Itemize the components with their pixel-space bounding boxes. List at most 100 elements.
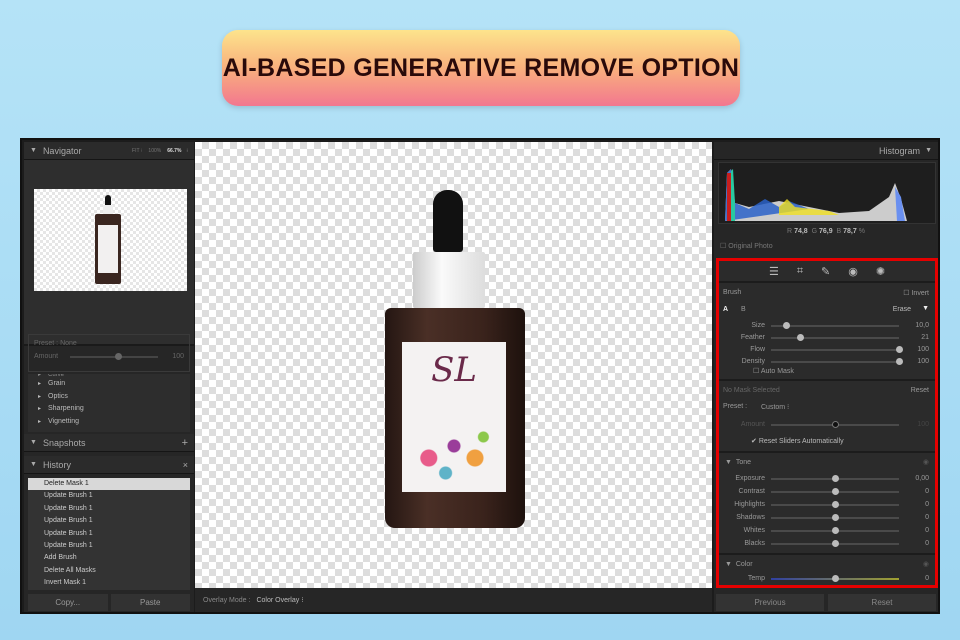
blacks-value: 0: [925, 540, 929, 547]
collapse-icon: ▼: [30, 147, 37, 154]
histogram-chart: [718, 162, 936, 224]
density-slider[interactable]: [771, 357, 903, 365]
zoom-fit[interactable]: FIT ⁝: [132, 148, 142, 154]
exposure-row: Exposure 0,00: [725, 474, 929, 482]
exposure-label: Exposure: [735, 475, 765, 482]
reset-button[interactable]: Reset: [828, 594, 936, 611]
mask-preset-label: Preset :: [723, 403, 748, 410]
size-label: Size: [751, 322, 765, 329]
original-photo-toggle[interactable]: ☐ Original Photo: [720, 242, 773, 250]
healing-icon[interactable]: ✎: [821, 265, 830, 278]
image-canvas[interactable]: SL: [195, 142, 712, 588]
navigator-preview[interactable]: [24, 160, 194, 346]
masking-panel-highlight: ☰ ⌗ ✎ ◉ ✺ Brush ☐ Invert A B Erase ▼ Siz…: [716, 258, 938, 588]
zoom-current[interactable]: 66.7%: [167, 148, 181, 154]
brush-title: Brush: [723, 289, 742, 296]
g-label: G: [811, 228, 818, 235]
history-item[interactable]: Delete All Masks: [28, 565, 190, 577]
whites-slider[interactable]: [771, 526, 899, 534]
mask-preset-select[interactable]: Custom ⁝: [761, 403, 789, 411]
color-title: Color: [735, 561, 753, 568]
shadows-value: 0: [925, 514, 929, 521]
size-value: 10,0: [915, 322, 929, 329]
auto-mask-checkbox[interactable]: ☐ Auto Mask: [753, 367, 794, 375]
brush-menu-icon[interactable]: ▼: [922, 305, 929, 312]
history-item[interactable]: Update Brush 1: [28, 528, 190, 540]
history-item[interactable]: Update Brush 1: [28, 503, 190, 515]
histogram-header[interactable]: Histogram ▼: [714, 142, 938, 160]
detail-optics[interactable]: Optics: [28, 393, 190, 406]
exposure-slider[interactable]: [771, 474, 899, 482]
red-eye-icon[interactable]: ◉: [848, 265, 858, 278]
crop-icon[interactable]: ⌗: [797, 265, 803, 278]
amount-slider[interactable]: [70, 352, 158, 360]
b-label: B: [836, 228, 842, 235]
amount-label: Amount: [34, 353, 59, 360]
tone-header[interactable]: ▼ Tone: [725, 459, 751, 466]
brush-b-tab[interactable]: B: [741, 306, 746, 313]
brush-a-tab[interactable]: A: [723, 306, 728, 313]
history-item[interactable]: Update Brush 1: [28, 490, 190, 502]
zoom-menu[interactable]: ⁝: [186, 148, 188, 154]
mask-amount-label: Amount: [740, 421, 765, 428]
temp-value: 0: [925, 575, 929, 582]
history-header[interactable]: ▼ History ×: [24, 456, 194, 474]
contrast-label: Contrast: [738, 488, 765, 495]
mask-reset-button[interactable]: Reset: [911, 387, 929, 394]
blacks-slider[interactable]: [771, 539, 899, 547]
contrast-slider[interactable]: [771, 487, 899, 495]
history-item[interactable]: Invert Mask 1: [28, 577, 190, 589]
size-slider[interactable]: [771, 321, 899, 329]
overlay-mode-select[interactable]: Color Overlay ⁝: [256, 596, 303, 604]
clear-history-button[interactable]: ×: [183, 460, 188, 470]
blacks-row: Blacks 0: [725, 539, 929, 547]
blacks-label: Blacks: [744, 540, 765, 547]
highlights-slider[interactable]: [771, 500, 899, 508]
shadows-slider[interactable]: [771, 513, 899, 521]
collapse-icon: ▼: [925, 147, 932, 154]
zoom-100[interactable]: 100%: [148, 148, 161, 154]
detail-sections: Curve Grain Optics Sharpening Vignetting: [28, 374, 190, 432]
temp-label: Temp: [747, 575, 765, 582]
history-item[interactable]: Update Brush 1: [28, 515, 190, 527]
feather-value: 21: [921, 334, 929, 341]
invert-checkbox[interactable]: ☐ Invert: [903, 289, 929, 297]
flow-slider[interactable]: [771, 345, 903, 353]
mask-amount-slider[interactable]: [771, 420, 899, 428]
copy-button[interactable]: Copy...: [28, 594, 108, 611]
erase-tab[interactable]: Erase: [893, 306, 911, 313]
highlights-label: Highlights: [734, 501, 765, 508]
g-value: 76,9: [818, 228, 833, 235]
invert-label: Invert: [911, 290, 929, 297]
history-item[interactable]: Add Brush: [28, 552, 190, 564]
shadows-row: Shadows 0: [725, 513, 929, 521]
no-mask-label: No Mask Selected: [723, 387, 780, 394]
pct-label: %: [858, 228, 865, 235]
reset-sliders-checkbox[interactable]: ✔ Reset Sliders Automatically: [751, 437, 844, 445]
detail-grain[interactable]: Grain: [28, 380, 190, 393]
temp-slider[interactable]: [771, 574, 899, 582]
edit-sliders-icon[interactable]: ☰: [769, 265, 779, 278]
snapshots-header[interactable]: ▼ Snapshots +: [24, 434, 194, 452]
paste-button[interactable]: Paste: [110, 594, 190, 611]
previous-button[interactable]: Previous: [716, 594, 824, 611]
eye-icon[interactable]: ◉: [923, 560, 929, 568]
history-item[interactable]: Delete Mask 1: [28, 478, 190, 491]
navigator-thumbnail[interactable]: [34, 189, 187, 291]
eye-icon[interactable]: ◉: [923, 458, 929, 466]
add-snapshot-button[interactable]: +: [182, 437, 188, 449]
flow-row: Flow 100: [725, 345, 929, 353]
contrast-value: 0: [925, 488, 929, 495]
detail-vignetting[interactable]: Vignetting: [28, 418, 190, 431]
masking-icon[interactable]: ✺: [876, 265, 885, 278]
label-logo: SL: [431, 350, 477, 390]
collapse-icon: ▼: [30, 439, 37, 446]
history-item[interactable]: Update Brush 1: [28, 540, 190, 552]
navigator-header[interactable]: ▼ Navigator FIT ⁝ 100% 66.7% ⁝: [24, 142, 194, 160]
flow-label: Flow: [750, 346, 765, 353]
detail-sharpening[interactable]: Sharpening: [28, 405, 190, 418]
overlay-mode-label: Overlay Mode :: [203, 596, 251, 604]
color-header[interactable]: ▼ Color: [725, 561, 753, 568]
b-value: 78,7: [843, 228, 857, 235]
feather-slider[interactable]: [771, 333, 899, 341]
